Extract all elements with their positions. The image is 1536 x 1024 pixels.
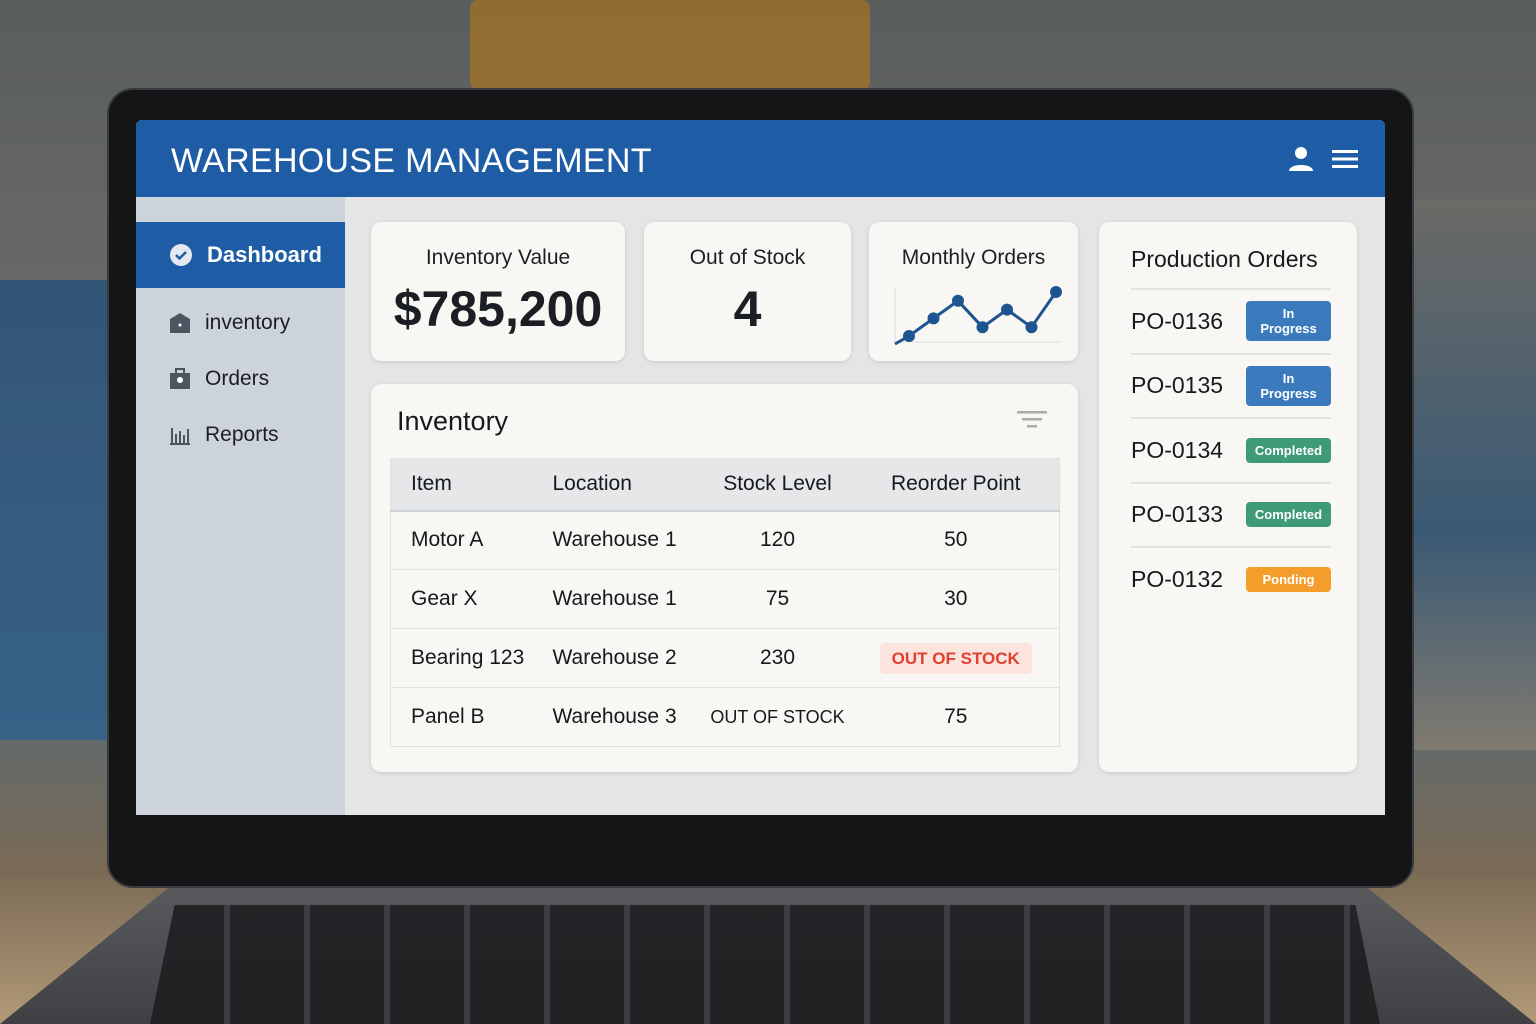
out-of-stock-badge: OUT OF STOCK — [879, 643, 1032, 674]
kpi-label: Monthly Orders — [901, 246, 1046, 269]
kpi-label: Inventory Value — [425, 246, 571, 269]
sidebar-item-label: Orders — [205, 367, 270, 390]
app-header: WAREHOUSE MANAGEMENT — [136, 120, 1385, 197]
user-icon[interactable] — [1286, 144, 1316, 174]
sparkline-line — [894, 291, 1058, 346]
background-machinery — [470, 0, 870, 90]
inventory-table: Item Location Stock Level Reorder Point … — [390, 458, 1060, 747]
filter-icon[interactable] — [1017, 411, 1047, 429]
production-orders-title: Production Orders — [1131, 246, 1318, 272]
sparkline-axis — [894, 288, 1061, 343]
sidebar-item-dashboard[interactable]: Dashboard — [136, 222, 345, 288]
cell-stock-level: OUT OF STOCK — [710, 707, 845, 727]
menu-icon[interactable] — [1330, 144, 1360, 174]
column-header-stock-level[interactable]: Stock Level — [702, 458, 853, 512]
background-machine-left — [0, 280, 110, 740]
cell-item: Motor A — [390, 510, 553, 570]
cell-stock-level: 120 — [702, 510, 853, 570]
order-id: PO-0133 — [1131, 501, 1224, 527]
cell-location: Warehouse 2 — [552, 628, 703, 688]
cell-item: Gear X — [390, 569, 553, 629]
sidebar: Dashboard inventory Orders Reports — [136, 197, 345, 815]
sparkline-point — [1001, 303, 1013, 316]
table-row[interactable]: Panel B Warehouse 3 OUT OF STOCK 75 — [390, 687, 1060, 747]
column-header-location[interactable]: Location — [552, 458, 703, 512]
sidebar-item-label: inventory — [205, 311, 291, 334]
sidebar-item-label: Reports — [205, 423, 279, 446]
kpi-monthly-orders: Monthly Orders — [869, 222, 1078, 361]
kpi-value: $785,200 — [393, 281, 603, 337]
table-row[interactable]: Bearing 123 Warehouse 2 230 OUT OF STOCK — [390, 628, 1060, 688]
app-title: WAREHOUSE MANAGEMENT — [171, 142, 652, 180]
briefcase-icon — [170, 368, 190, 389]
background-aisle-right — [1410, 200, 1536, 750]
production-order-row[interactable]: PO-0132 Ponding — [1131, 546, 1331, 610]
cell-location: Warehouse 3 — [552, 687, 703, 747]
monthly-orders-sparkline — [894, 286, 1062, 346]
sidebar-item-reports[interactable]: Reports — [136, 402, 345, 468]
warehouse-icon — [170, 313, 190, 333]
cell-reorder-point: 30 — [852, 569, 1060, 629]
production-order-row[interactable]: PO-0133 Completed — [1131, 481, 1331, 546]
status-badge: Ponding — [1246, 566, 1331, 592]
kpi-label: Out of Stock — [689, 246, 806, 269]
table-row[interactable]: Motor A Warehouse 1 120 50 — [390, 510, 1060, 570]
inventory-panel: Inventory Item Location Stock Level Reor… — [371, 384, 1078, 772]
table-row[interactable]: Gear X Warehouse 1 75 30 — [390, 569, 1060, 629]
order-id: PO-0132 — [1131, 565, 1224, 592]
cell-location: Warehouse 1 — [552, 569, 703, 629]
production-order-row[interactable]: PO-0136 In Progress — [1131, 288, 1331, 352]
cell-item: Panel B — [390, 687, 553, 747]
column-header-reorder-point[interactable]: Reorder Point — [852, 458, 1060, 512]
order-id: PO-0134 — [1131, 436, 1224, 463]
table-header-row: Item Location Stock Level Reorder Point — [390, 458, 1060, 512]
check-circle-icon — [170, 244, 192, 266]
cell-item: Bearing 123 — [390, 628, 553, 688]
cell-reorder-point: 50 — [852, 510, 1060, 570]
order-id: PO-0135 — [1131, 372, 1224, 398]
sparkline-point — [903, 330, 915, 342]
sparkline-point — [1025, 321, 1038, 334]
laptop-keyboard — [150, 905, 1380, 1024]
cell-stock-level: 75 — [702, 569, 853, 629]
sparkline-point — [976, 321, 989, 334]
kpi-out-of-stock: Out of Stock 4 — [644, 222, 851, 361]
sparkline-point — [927, 312, 940, 325]
cell-stock-level: 230 — [702, 628, 853, 688]
sidebar-item-label: Dashboard — [207, 242, 322, 267]
bar-chart-icon — [170, 428, 190, 445]
status-badge: In Progress — [1246, 301, 1331, 341]
sparkline-point — [1050, 286, 1062, 298]
production-orders-panel: Production Orders PO-0136 In Progress PO-0… — [1099, 222, 1357, 772]
status-badge: In Progress — [1246, 365, 1331, 406]
kpi-inventory-value: Inventory Value $785,200 — [371, 222, 625, 361]
order-id: PO-0136 — [1131, 307, 1224, 334]
production-order-row[interactable]: PO-0135 In Progress — [1131, 352, 1331, 417]
cell-reorder-point: 75 — [852, 687, 1060, 747]
status-badge: Completed — [1246, 502, 1331, 527]
cell-location: Warehouse 1 — [552, 510, 703, 570]
status-badge: Completed — [1246, 437, 1331, 463]
column-header-item[interactable]: Item — [390, 458, 553, 512]
production-order-row[interactable]: PO-0134 Completed — [1131, 417, 1331, 481]
kpi-value: 4 — [733, 281, 762, 337]
sparkline-point — [952, 294, 964, 307]
inventory-title: Inventory — [397, 406, 509, 436]
app-window: WAREHOUSE MANAGEMENT Dashboard inventory… — [136, 120, 1385, 815]
